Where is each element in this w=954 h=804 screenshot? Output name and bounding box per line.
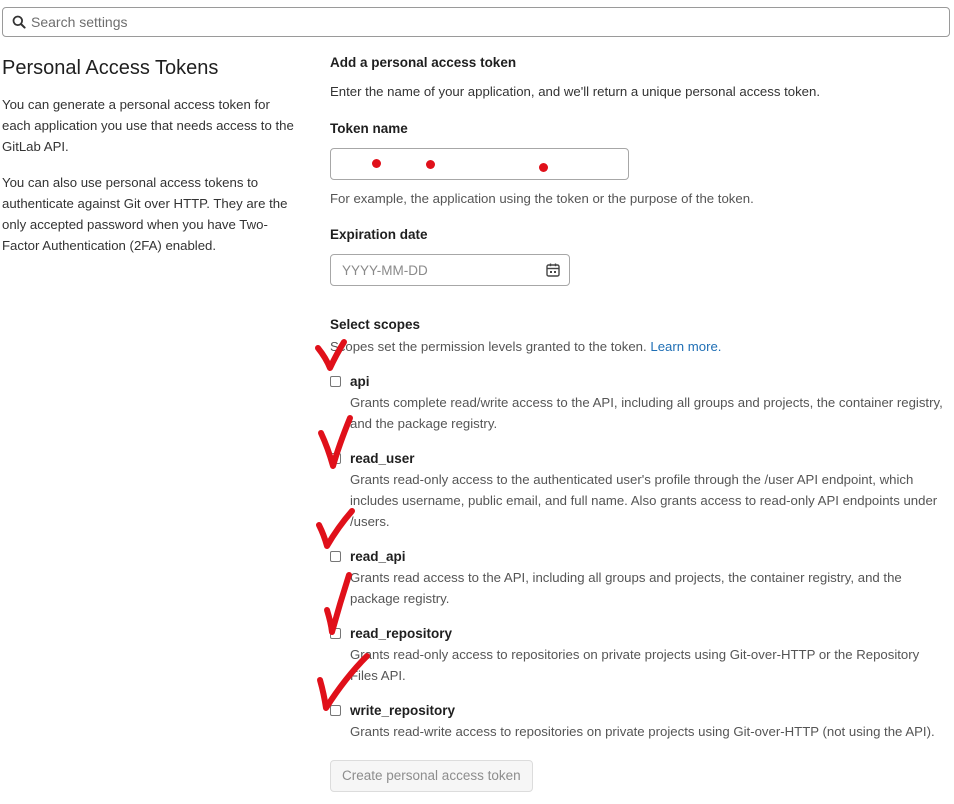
redaction-dot [426, 160, 435, 169]
redaction-dot [539, 163, 548, 172]
search-icon [12, 15, 26, 29]
scope-description: Grants complete read/write access to the… [350, 395, 943, 431]
create-token-button[interactable]: Create personal access token [330, 760, 533, 792]
form-heading: Add a personal access token [330, 55, 517, 70]
scope-checkbox-read-user[interactable] [330, 453, 341, 464]
expiration-date-placeholder: YYYY-MM-DD [342, 262, 428, 278]
scope-item-api[interactable]: api Grants complete read/write access to… [330, 372, 950, 434]
scope-item-write-repository[interactable]: write_repository Grants read-write acces… [330, 701, 950, 742]
scope-item-read-api[interactable]: read_api Grants read access to the API, … [330, 547, 950, 609]
form-description: Enter the name of your application, and … [330, 84, 821, 99]
intro-panel: Personal Access Tokens You can generate … [2, 55, 302, 271]
scopes-label: Select scopes [330, 317, 421, 332]
scope-name: read_repository [350, 626, 453, 641]
intro-paragraph-2: You can also use personal access tokens … [2, 175, 288, 253]
learn-more-link[interactable]: Learn more. [650, 339, 721, 354]
token-form: Add a personal access token Enter the na… [330, 54, 950, 792]
scopes-description-text: Scopes set the permission levels granted… [330, 339, 647, 354]
scope-description: Grants read-write access to repositories… [350, 724, 935, 739]
scope-checkbox-api[interactable] [330, 376, 341, 387]
scopes-description: Scopes set the permission levels granted… [330, 338, 950, 356]
scope-description: Grants read access to the API, including… [350, 570, 902, 606]
redaction-dot [372, 159, 381, 168]
scope-name: read_user [350, 451, 415, 466]
token-name-label: Token name [330, 121, 408, 136]
scope-item-read-user[interactable]: read_user Grants read-only access to the… [330, 449, 950, 532]
search-input[interactable] [31, 14, 911, 30]
page-title: Personal Access Tokens [2, 57, 219, 79]
scopes-section: Select scopes Scopes set the permission … [330, 316, 950, 742]
token-name-help: For example, the application using the t… [330, 191, 754, 206]
search-settings-bar[interactable] [2, 7, 950, 37]
scope-checkbox-read-repository[interactable] [330, 628, 341, 639]
scope-description: Grants read-only access to repositories … [350, 647, 920, 683]
scope-name: write_repository [350, 703, 456, 718]
token-name-field[interactable] [330, 148, 629, 180]
scope-item-read-repository[interactable]: read_repository Grants read-only access … [330, 624, 950, 686]
calendar-icon[interactable] [545, 262, 561, 278]
scope-checkbox-write-repository[interactable] [330, 705, 341, 716]
intro-paragraph-1: You can generate a personal access token… [2, 97, 294, 154]
scope-name: read_api [350, 549, 406, 564]
scope-checkbox-read-api[interactable] [330, 551, 341, 562]
scope-description: Grants read-only access to the authentic… [350, 472, 938, 529]
scope-name: api [350, 374, 370, 389]
expiration-date-label: Expiration date [330, 227, 428, 242]
expiration-date-field[interactable]: YYYY-MM-DD [330, 254, 570, 286]
